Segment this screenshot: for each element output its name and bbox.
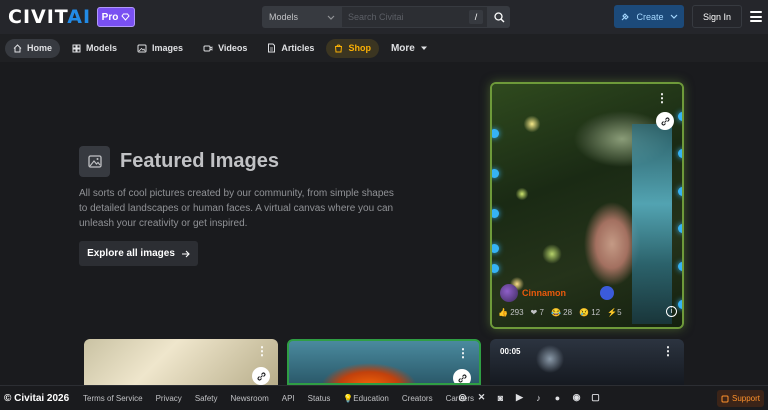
support-button[interactable]: Support <box>717 390 764 407</box>
copyright: © Civitai 2026 <box>4 393 70 404</box>
link-icon <box>257 372 265 380</box>
menu-icon[interactable] <box>750 11 762 22</box>
grid-icon <box>72 44 81 52</box>
civitai-logo[interactable]: CIVITAI <box>8 7 91 27</box>
arrow-right-icon <box>181 250 190 257</box>
featured-images-icon <box>79 146 110 177</box>
reaction-stats: 👍 293 ❤ 7 😂 28 😢 12 ⚡5 i <box>498 306 677 317</box>
heart-reaction[interactable]: ❤ 7 <box>531 308 544 317</box>
support-icon <box>721 395 729 402</box>
image-card[interactable]: ⋮ <box>287 339 481 385</box>
more-options-icon[interactable]: ⋮ <box>656 92 668 104</box>
top-bar: CIVITAI Pro Models Search Civitai / Crea… <box>0 0 768 34</box>
github-icon[interactable]: ◉ <box>571 392 582 403</box>
footer-links: Terms of Service Privacy Safety Newsroom… <box>83 394 474 403</box>
link-icon <box>458 374 466 382</box>
nav-item-more[interactable]: More <box>383 39 436 58</box>
footer-link-privacy[interactable]: Privacy <box>156 394 182 403</box>
home-icon <box>13 43 22 52</box>
info-icon[interactable]: i <box>666 306 677 317</box>
instagram-icon[interactable]: ◙ <box>495 392 506 403</box>
diamond-icon <box>121 13 130 21</box>
video-duration: 00:05 <box>500 347 521 356</box>
footer-link-education[interactable]: 💡Education <box>343 394 389 403</box>
discord-icon[interactable]: ◎ <box>457 392 468 403</box>
search-icon <box>493 11 504 22</box>
page-title: Featured Images <box>120 150 279 172</box>
shop-icon <box>335 44 343 53</box>
search-shortcut-key: / <box>469 10 483 24</box>
nav-item-home[interactable]: Home <box>5 38 61 58</box>
brush-icon <box>621 12 629 20</box>
creator-name[interactable]: Cinnamon <box>522 288 566 298</box>
footer-link-api[interactable]: API <box>282 394 295 403</box>
avatar[interactable] <box>500 284 518 302</box>
social-links: ◎ ✕ ◙ ▶ ♪ ● ◉ ▢ <box>457 392 601 403</box>
more-options-icon[interactable]: ⋮ <box>256 345 268 357</box>
cry-reaction[interactable]: 😢 12 <box>579 308 600 317</box>
image-card[interactable]: ⋮ <box>84 339 278 385</box>
image-icon <box>87 155 102 168</box>
youtube-icon[interactable]: ▶ <box>514 392 525 403</box>
search-input[interactable]: Search Civitai / <box>342 6 488 28</box>
hero-description: All sorts of cool pictures created by ou… <box>79 188 394 229</box>
nav-item-images[interactable]: Images <box>129 39 191 58</box>
pro-button[interactable]: Pro <box>97 7 135 27</box>
link-icon <box>661 117 669 125</box>
main-nav: Home Models Images Videos Articles Shop … <box>0 34 768 62</box>
sign-in-button[interactable]: Sign In <box>692 5 742 28</box>
more-options-icon[interactable]: ⋮ <box>457 347 469 359</box>
remix-link-button[interactable] <box>453 369 471 383</box>
article-icon <box>268 43 276 53</box>
nav-item-models[interactable]: Models <box>64 39 125 58</box>
reddit-icon[interactable]: ● <box>552 392 563 403</box>
chevron-down-icon <box>327 15 335 20</box>
explore-all-images-button[interactable]: Explore all images <box>79 241 198 266</box>
search-bar: Models Search Civitai / <box>262 6 510 28</box>
image-icon <box>137 44 147 52</box>
footer-link-status[interactable]: Status <box>308 394 331 403</box>
footer-link-terms[interactable]: Terms of Service <box>83 394 143 403</box>
remix-link-button[interactable] <box>252 367 270 385</box>
buzz-reaction[interactable]: ⚡5 <box>607 308 621 317</box>
remix-link-button[interactable] <box>656 112 674 130</box>
featured-image-card[interactable]: ⋮ Cinnamon 👍 293 ❤ 7 😂 28 😢 12 ⚡5 i <box>490 82 684 329</box>
creator-info[interactable]: Cinnamon <box>500 284 614 302</box>
chevron-down-icon <box>670 14 678 19</box>
pro-label: Pro <box>101 11 119 23</box>
chat-icon[interactable]: ▢ <box>590 392 601 403</box>
tiktok-icon[interactable]: ♪ <box>533 392 544 403</box>
like-reaction[interactable]: 👍 293 <box>498 308 524 317</box>
search-button[interactable] <box>488 6 510 28</box>
create-button[interactable]: Create <box>614 5 684 28</box>
video-card[interactable]: 00:05 ⋮ <box>490 339 684 385</box>
footer-link-creators[interactable]: Creators <box>402 394 433 403</box>
badge-icon <box>600 286 614 300</box>
nav-item-shop[interactable]: Shop <box>326 38 379 58</box>
more-options-icon[interactable]: ⋮ <box>662 345 674 357</box>
footer-link-safety[interactable]: Safety <box>195 394 218 403</box>
nav-item-videos[interactable]: Videos <box>195 39 255 58</box>
chevron-down-icon <box>420 46 427 50</box>
video-icon <box>203 45 213 51</box>
footer: © Civitai 2026 Terms of Service Privacy … <box>0 385 768 410</box>
x-icon[interactable]: ✕ <box>476 392 487 403</box>
laugh-reaction[interactable]: 😂 28 <box>551 308 572 317</box>
nav-item-articles[interactable]: Articles <box>259 39 322 58</box>
footer-link-newsroom[interactable]: Newsroom <box>231 394 269 403</box>
search-scope-select[interactable]: Models <box>262 6 342 28</box>
